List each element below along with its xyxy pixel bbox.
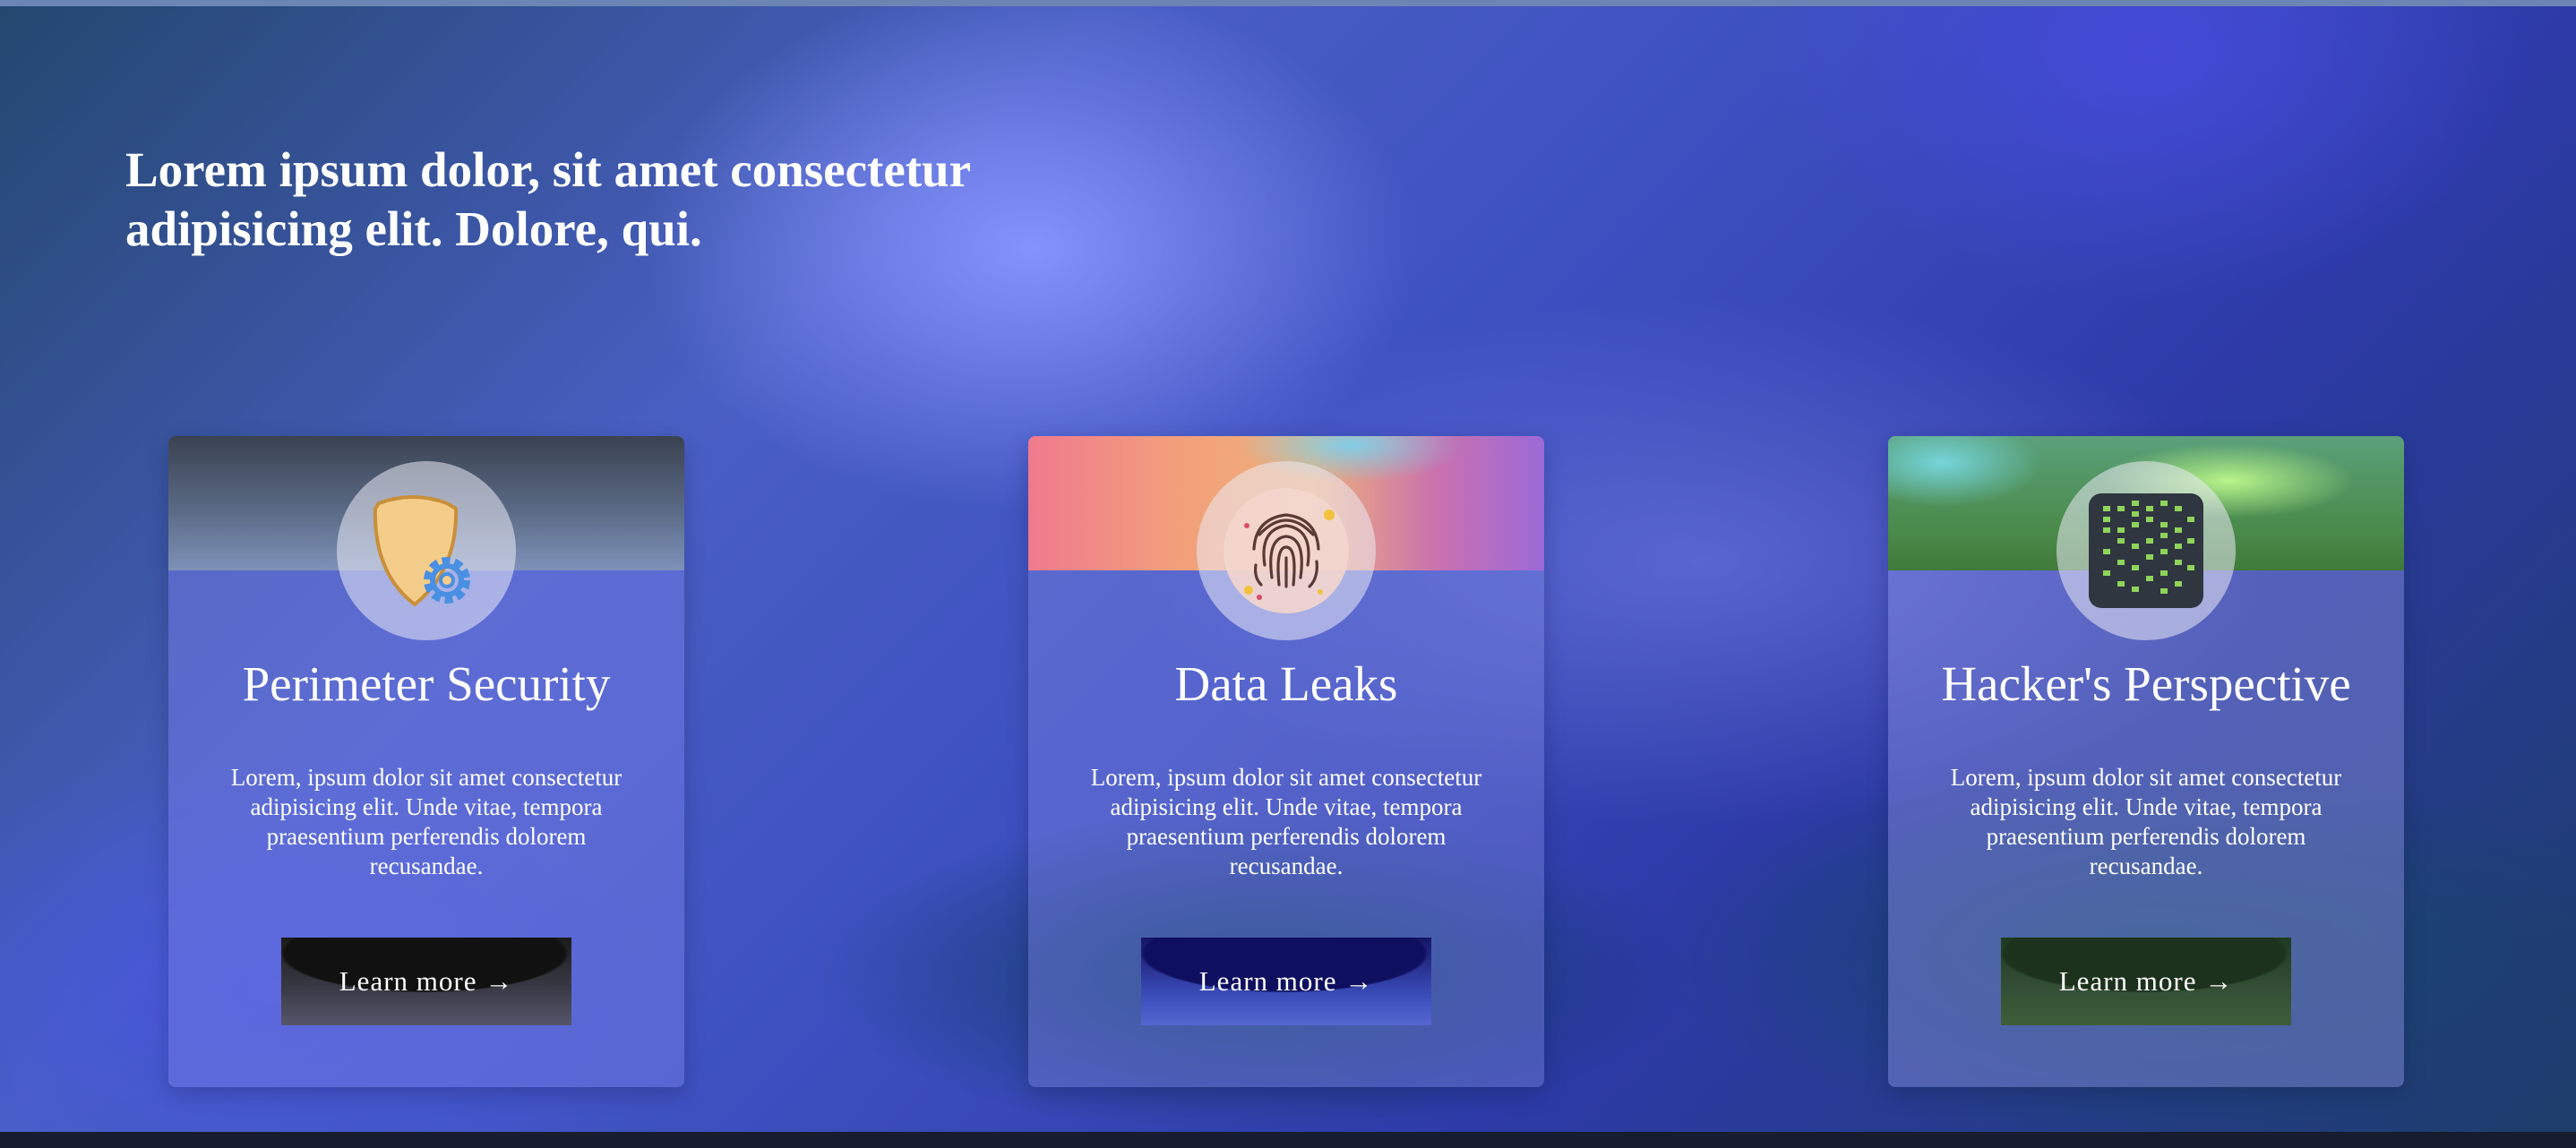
learn-more-label: Learn more → [339, 965, 514, 997]
matrix-code-icon [2089, 493, 2203, 608]
learn-more-button[interactable]: Learn more → [1141, 938, 1431, 1025]
card-icon-badge [2057, 461, 2236, 640]
card-description: Lorem, ipsum dolor sit amet consectetur … [1950, 764, 2342, 879]
top-strip [0, 0, 2576, 6]
card-title: Data Leaks [1174, 656, 1398, 711]
learn-more-label: Learn more → [2058, 965, 2234, 997]
card-title: Hacker's Perspective [1941, 656, 2351, 711]
learn-more-button[interactable]: Learn more → [281, 938, 571, 1025]
hero-headline: Lorem ipsum dolor, sit amet consectetur … [125, 142, 971, 256]
card-icon-badge [337, 461, 516, 640]
bottom-strip [0, 1132, 2576, 1148]
learn-more-label: Learn more → [1198, 965, 1374, 997]
card-data-leaks: Data Leaks Lorem, ipsum dolor sit amet c… [1028, 436, 1544, 1087]
card-hackers-perspective: Hacker's Perspective Lorem, ipsum dolor … [1888, 436, 2404, 1087]
hero-section: Lorem ipsum dolor, sit amet consectetur … [0, 6, 2576, 1132]
card-description: Lorem, ipsum dolor sit amet consectetur … [1090, 764, 1482, 879]
shield-gear-icon [373, 495, 470, 607]
card-icon-badge [1197, 461, 1376, 640]
card-title: Perimeter Security [242, 656, 611, 711]
learn-more-button[interactable]: Learn more → [2001, 938, 2291, 1025]
card-perimeter-security: Perimeter Security Lorem, ipsum dolor si… [168, 436, 684, 1087]
fingerprint-icon [1224, 488, 1349, 613]
card-description: Lorem, ipsum dolor sit amet consectetur … [230, 764, 623, 879]
